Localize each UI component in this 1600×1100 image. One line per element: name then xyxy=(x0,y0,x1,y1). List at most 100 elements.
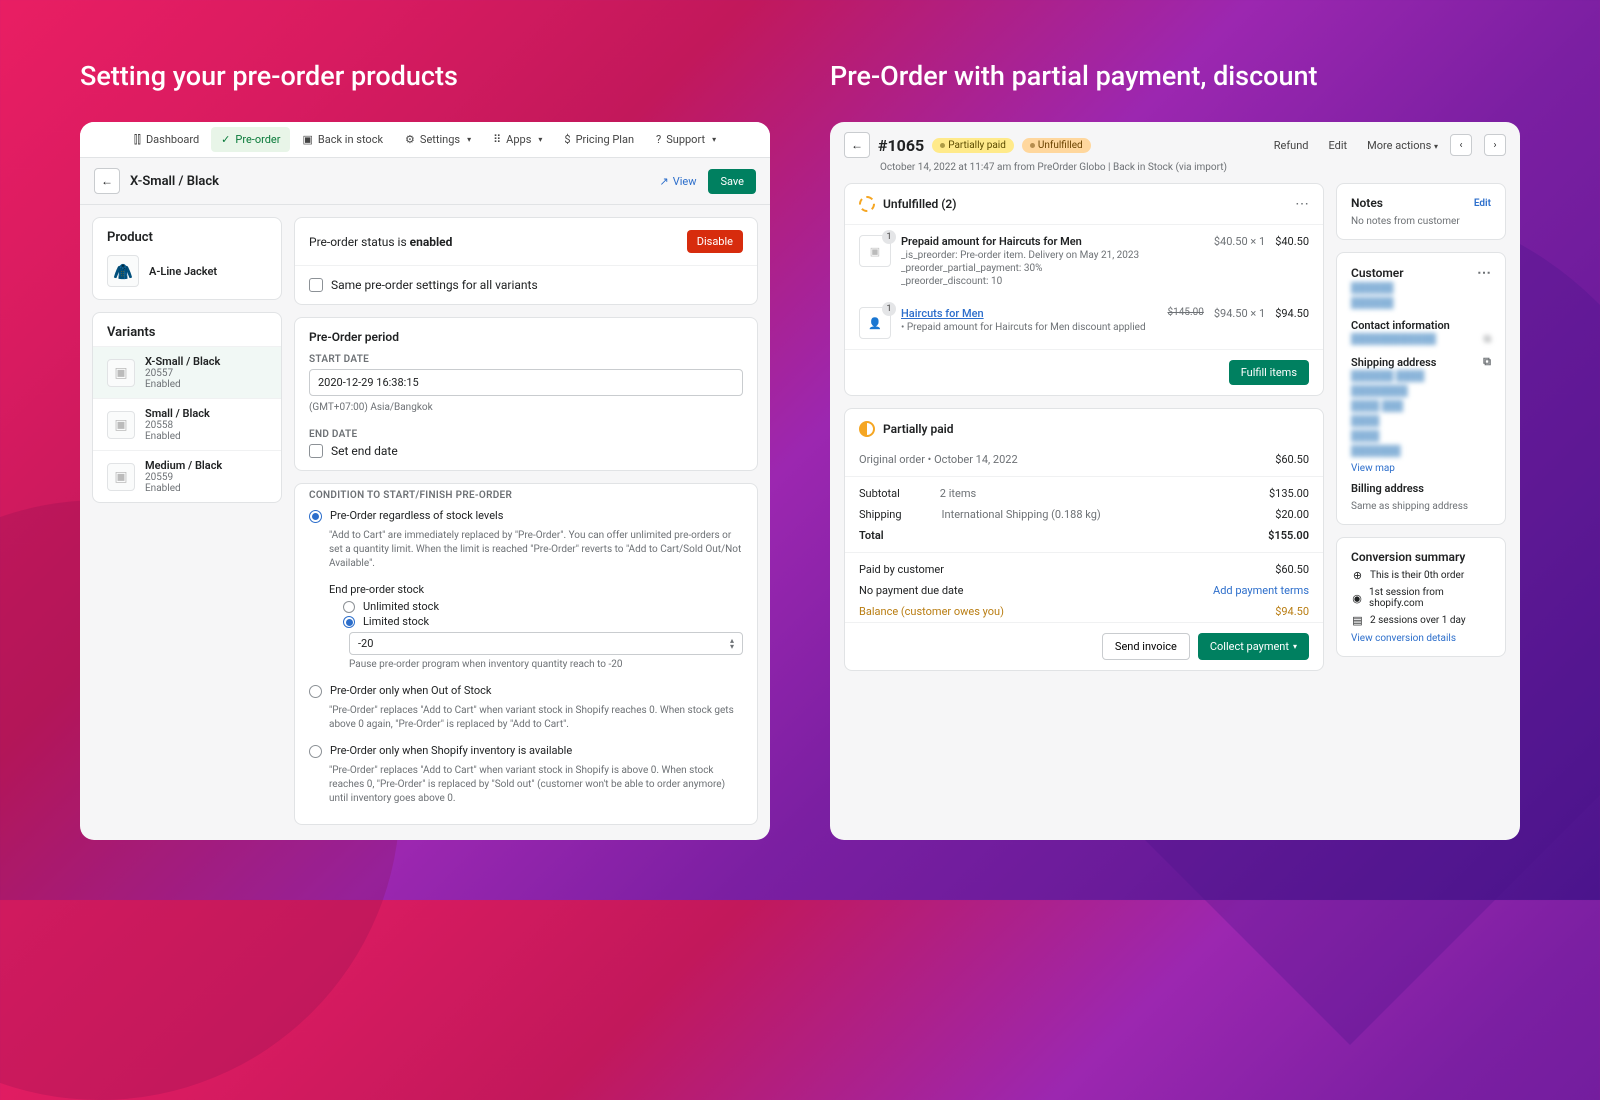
unfulfilled-badge: Unfulfilled xyxy=(1022,138,1091,153)
settings-panel: ⫿⫿Dashboard ✓Pre-order ▣Back in stock ⚙S… xyxy=(80,122,770,840)
tick-icon: ✓ xyxy=(221,133,230,146)
line-item: 👤1 Haircuts for Men • Prepaid amount for… xyxy=(845,297,1323,349)
copy-icon[interactable]: ⧉ xyxy=(1483,355,1491,369)
limited-help: Pause pre-order program when inventory q… xyxy=(295,657,757,680)
product-card: Product 🧥 A-Line Jacket xyxy=(92,217,282,300)
arrow-left-icon: ← xyxy=(101,174,113,188)
start-date-label: START DATE xyxy=(295,348,757,369)
same-settings-checkbox[interactable] xyxy=(309,278,323,292)
order-number: #1065 xyxy=(878,136,924,155)
same-settings-label: Same pre-order settings for all variants xyxy=(331,278,538,292)
edit-action[interactable]: Edit xyxy=(1329,139,1348,152)
unlimited-radio[interactable] xyxy=(343,601,355,613)
end-stock-label: End pre-order stock xyxy=(295,579,757,598)
variant-row[interactable]: ▣ Medium / Black20559Enabled xyxy=(93,450,281,502)
grid-icon: ⠿ xyxy=(493,133,501,146)
notes-edit-link[interactable]: Edit xyxy=(1474,198,1491,209)
image-icon: ▣ xyxy=(107,359,135,387)
caret-down-icon: ▾ xyxy=(1434,142,1438,151)
product-name: A-Line Jacket xyxy=(149,265,217,278)
limited-radio[interactable] xyxy=(343,616,355,628)
opt1-radio[interactable] xyxy=(309,510,322,523)
prev-order-button[interactable]: ‹ xyxy=(1450,134,1472,156)
redacted-text: ████████████ xyxy=(1351,281,1491,311)
condition-label: CONDITION TO START/FINISH PRE-ORDER xyxy=(295,484,757,505)
condition-card: CONDITION TO START/FINISH PRE-ORDER Pre-… xyxy=(294,483,758,825)
variants-card: Variants ▣ X-Small / Black20557Enabled ▣… xyxy=(92,312,282,503)
collect-payment-button[interactable]: Collect payment▾ xyxy=(1198,633,1309,660)
calendar-icon: ▤ xyxy=(1351,614,1364,627)
notes-card: NotesEdit No notes from customer xyxy=(1336,183,1506,240)
nav-pricing[interactable]: $Pricing Plan xyxy=(554,127,644,152)
set-end-label: Set end date xyxy=(331,444,398,458)
view-conversion-link[interactable]: View conversion details xyxy=(1351,633,1491,644)
order-back-button[interactable]: ← xyxy=(844,132,870,158)
conversion-card: Conversion summary ⊕This is their 0th or… xyxy=(1336,537,1506,657)
nav-support[interactable]: ?Support▾ xyxy=(646,127,726,152)
order-panel: ← #1065 Partially paid Unfulfilled Refun… xyxy=(830,122,1520,840)
product-heading: Product xyxy=(107,230,267,245)
refund-action[interactable]: Refund xyxy=(1274,139,1309,152)
nav-preorder[interactable]: ✓Pre-order xyxy=(211,127,290,152)
image-icon: ▣ xyxy=(107,463,135,491)
more-icon[interactable]: ⋯ xyxy=(1295,196,1309,212)
payment-card: Partially paid Original order • October … xyxy=(844,408,1324,671)
order-icon: ⊕ xyxy=(1351,569,1364,582)
nav-dashboard[interactable]: ⫿⫿Dashboard xyxy=(124,127,209,153)
gear-icon: ⚙ xyxy=(405,133,415,146)
set-end-checkbox[interactable] xyxy=(309,444,323,458)
image-icon: ▣ xyxy=(107,411,135,439)
item-link[interactable]: Haircuts for Men xyxy=(901,307,1158,320)
caret-down-icon: ▾ xyxy=(712,135,716,144)
variant-row[interactable]: ▣ Small / Black20558Enabled xyxy=(93,398,281,450)
right-title: Pre-Order with partial payment, discount xyxy=(830,60,1520,92)
stepper-icon[interactable]: ▴▾ xyxy=(730,638,734,650)
caret-down-icon: ▾ xyxy=(467,135,471,144)
save-button[interactable]: Save xyxy=(708,169,756,194)
dollar-icon: $ xyxy=(564,133,570,146)
partially-paid-icon xyxy=(859,421,875,437)
next-order-button[interactable]: › xyxy=(1484,134,1506,156)
caret-down-icon: ▾ xyxy=(538,135,542,144)
back-button[interactable]: ← xyxy=(94,168,120,194)
copy-icon[interactable]: ⧉ xyxy=(1484,332,1491,347)
nav-apps[interactable]: ⠿Apps▾ xyxy=(483,127,552,152)
opt3-desc: "Pre-Order" replaces "Add to Cart" when … xyxy=(295,762,757,814)
nav-settings[interactable]: ⚙Settings▾ xyxy=(395,127,481,152)
product-thumb: 🧥 xyxy=(107,255,139,287)
partially-paid-badge: Partially paid xyxy=(932,138,1014,153)
unfulfilled-heading: Unfulfilled (2) xyxy=(883,197,957,211)
page-title: X-Small / Black xyxy=(130,174,219,189)
send-invoice-button[interactable]: Send invoice xyxy=(1102,633,1190,660)
opt1-desc: "Add to Cart" are immediately replaced b… xyxy=(295,527,757,579)
arrow-left-icon: ← xyxy=(851,138,863,152)
variants-heading: Variants xyxy=(93,313,281,346)
question-icon: ? xyxy=(656,133,661,146)
opt2-radio[interactable] xyxy=(309,685,322,698)
timezone-text: (GMT+07:00) Asia/Bangkok xyxy=(295,402,757,423)
item-thumb: 👤1 xyxy=(859,307,891,339)
chart-icon: ⫿⫿ xyxy=(134,133,141,147)
start-date-input[interactable]: 2020-12-29 16:38:15 xyxy=(309,369,743,396)
status-text: Pre-order status is enabled xyxy=(309,235,452,249)
end-date-label: END DATE xyxy=(295,423,757,444)
view-map-link[interactable]: View map xyxy=(1351,463,1491,474)
nav-backinstock[interactable]: ▣Back in stock xyxy=(292,127,393,152)
redacted-text: ██████ ████████████████ ████████████████… xyxy=(1351,369,1491,459)
view-link[interactable]: ↗View xyxy=(659,175,696,188)
more-actions[interactable]: More actions ▾ xyxy=(1367,139,1438,152)
fulfill-button[interactable]: Fulfill items xyxy=(1229,360,1309,385)
customer-card: Customer⋯ ████████████ Contact informati… xyxy=(1336,252,1506,525)
disable-button[interactable]: Disable xyxy=(687,230,743,253)
top-nav: ⫿⫿Dashboard ✓Pre-order ▣Back in stock ⚙S… xyxy=(80,122,770,158)
status-card: Pre-order status is enabled Disable Same… xyxy=(294,217,758,305)
box-icon: ▣ xyxy=(302,133,312,146)
session-icon: ◉ xyxy=(1351,592,1363,605)
item-thumb: ▣1 xyxy=(859,235,891,267)
limited-stock-input[interactable]: -20▴▾ xyxy=(349,632,743,655)
variant-row[interactable]: ▣ X-Small / Black20557Enabled xyxy=(93,346,281,398)
more-icon[interactable]: ⋯ xyxy=(1477,265,1491,281)
add-payment-terms-link[interactable]: Add payment terms xyxy=(1213,584,1309,597)
external-icon: ↗ xyxy=(659,175,668,188)
opt3-radio[interactable] xyxy=(309,745,322,758)
